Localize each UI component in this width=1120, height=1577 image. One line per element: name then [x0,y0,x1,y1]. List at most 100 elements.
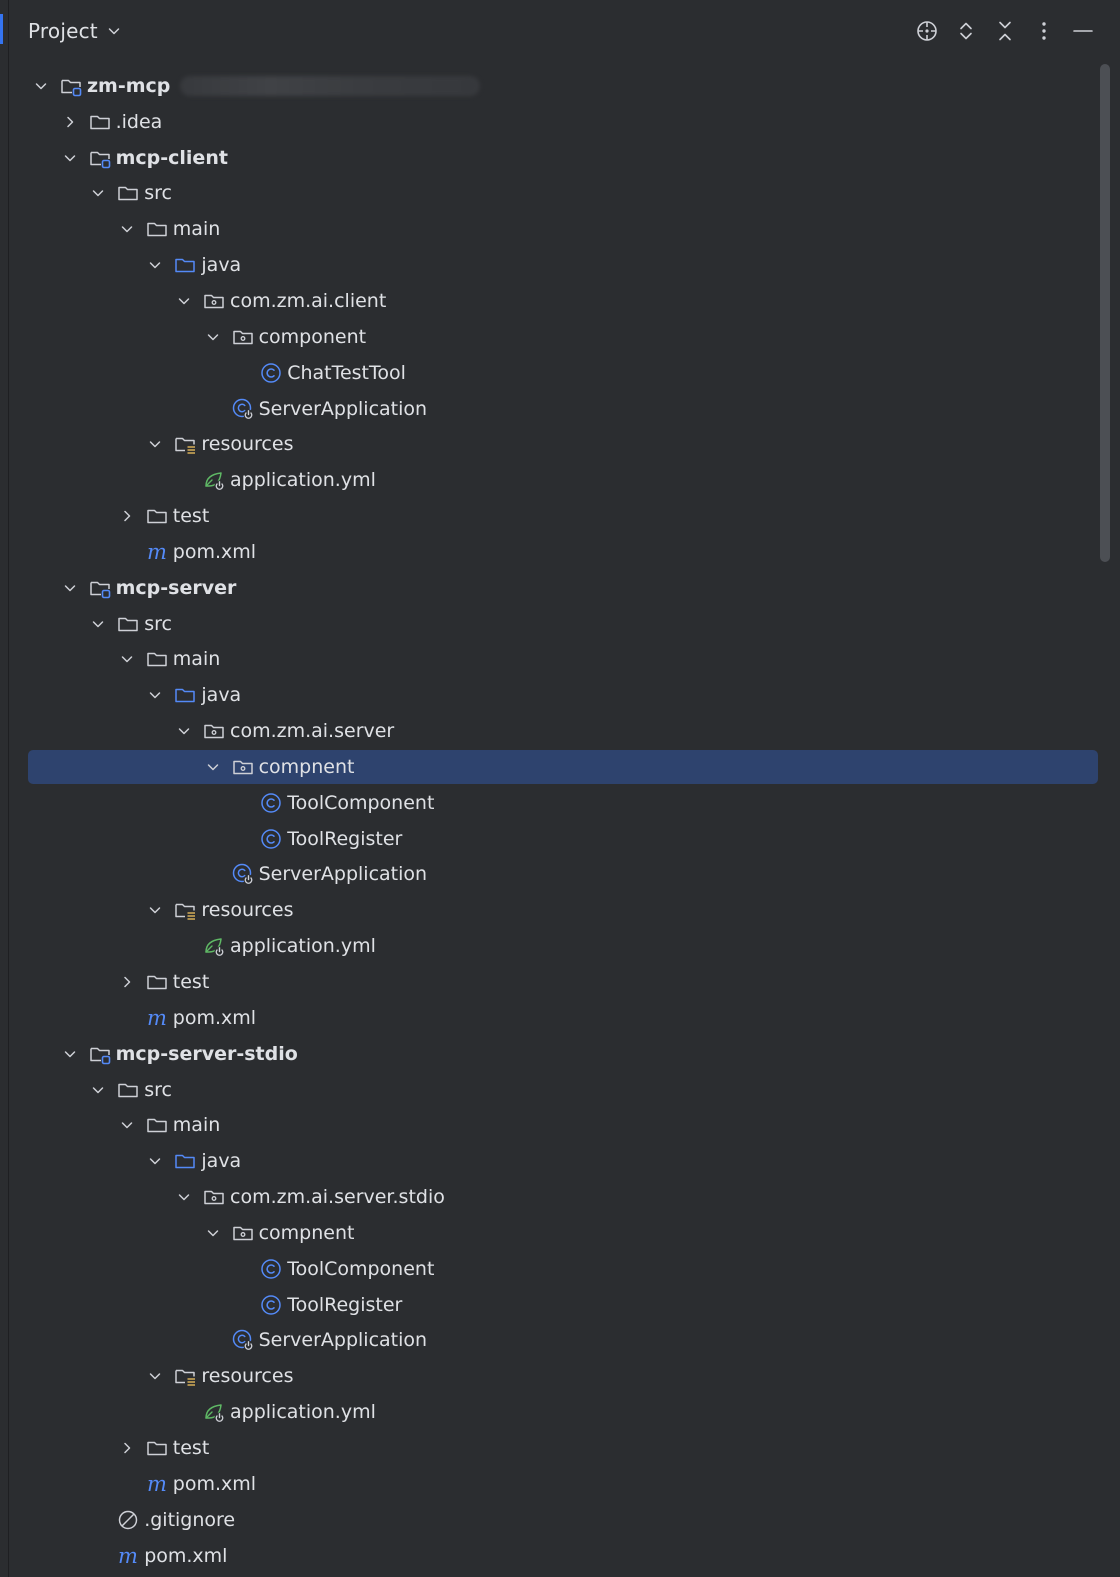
select-opened-file-button[interactable] [908,12,946,50]
expand-toggle[interactable] [31,76,51,96]
tree-node[interactable]: application.yml [0,1394,1120,1430]
folder-icon [116,1078,140,1102]
expand-toggle[interactable] [117,972,137,992]
expand-toggle[interactable] [88,183,108,203]
tree-node[interactable]: .idea [0,104,1120,140]
tree-node[interactable]: m pom.xml [0,1000,1120,1036]
tree-node[interactable]: mcp-server [0,570,1120,606]
tree-node[interactable]: src [0,176,1120,212]
expand-toggle[interactable] [117,1115,137,1135]
tree-node[interactable]: src [0,606,1120,642]
expand-toggle[interactable] [117,1438,137,1458]
tree-node[interactable]: zm-mcp [0,68,1120,104]
tree-node[interactable]: java [0,247,1120,283]
expand-toggle[interactable] [88,614,108,634]
tree-node[interactable]: ToolComponent [0,785,1120,821]
folder-icon [145,217,169,241]
project-view-selector[interactable]: Project [28,15,122,47]
tree-node[interactable]: application.yml [0,928,1120,964]
tree-node[interactable]: test [0,964,1120,1000]
expand-toggle[interactable] [60,1044,80,1064]
tree-node[interactable]: ToolComponent [0,1251,1120,1287]
expand-toggle[interactable] [117,649,137,669]
tree-node[interactable]: resources [0,426,1120,462]
chevron-down-icon [150,262,161,269]
tree-node[interactable]: component [0,319,1120,355]
tree-node[interactable]: m pom.xml [0,534,1120,570]
tree-node-label: com.zm.ai.server.stdio [230,1186,445,1209]
expand-toggle[interactable] [203,327,223,347]
tree-node[interactable]: src [0,1072,1120,1108]
expand-toggle[interactable] [174,291,194,311]
tree-node[interactable]: .gitignore [0,1502,1120,1538]
expand-toggle[interactable] [60,112,80,132]
expand-toggle[interactable] [145,1151,165,1171]
tree-node[interactable]: com.zm.ai.server.stdio [0,1179,1120,1215]
tree-node[interactable]: ToolRegister [0,821,1120,857]
tree-node[interactable]: compnent [0,1215,1120,1251]
java-class-icon [259,361,283,385]
tree-node[interactable]: mcp-server-stdio [0,1036,1120,1072]
expand-toggle[interactable] [145,685,165,705]
resources-folder-icon [173,898,197,922]
tree-node[interactable]: test [0,1430,1120,1466]
tree-node[interactable]: main [0,211,1120,247]
expand-toggle[interactable] [145,1366,165,1386]
tree-node[interactable]: com.zm.ai.server [0,713,1120,749]
expand-toggle[interactable] [117,219,137,239]
folder-icon [116,612,140,636]
tree-node[interactable]: test [0,498,1120,534]
tree-node[interactable]: ToolRegister [0,1287,1120,1323]
tree-node[interactable]: com.zm.ai.client [0,283,1120,319]
collapse-all-button[interactable] [986,12,1024,50]
module-folder-icon [88,576,112,600]
chevron-down-icon [64,584,75,591]
expand-toggle[interactable] [60,148,80,168]
tree-node-label: ToolRegister [287,827,403,850]
tree-node-label: java [201,684,242,707]
tree-node[interactable]: ServerApplication [0,1323,1120,1359]
tree-node-label: zm-mcp [87,74,171,97]
tree-node-label: test [172,505,210,528]
tree-node-label: application.yml [230,935,376,958]
expand-toggle[interactable] [117,506,137,526]
expand-all-icon [960,22,972,40]
expand-toggle[interactable] [145,255,165,275]
tree-node[interactable]: resources [0,892,1120,928]
tree-node-label: application.yml [230,1401,376,1424]
minimize-icon [1073,30,1093,32]
expand-toggle[interactable] [60,578,80,598]
tree-node[interactable]: ChatTestTool [0,355,1120,391]
chevron-down-icon [178,1194,190,1201]
tree-node[interactable]: main [0,1107,1120,1143]
folder-icon [145,504,169,528]
tree-node[interactable]: m pom.xml [0,1538,1120,1574]
chevron-right-icon [66,116,73,128]
tree-node[interactable]: mcp-client [0,140,1120,176]
expand-all-button[interactable] [947,12,985,50]
tree-node[interactable]: java [0,677,1120,713]
expand-toggle[interactable] [203,1223,223,1243]
tree-node[interactable]: compnent [0,749,1120,785]
expand-toggle[interactable] [88,1080,108,1100]
tree-node[interactable]: application.yml [0,462,1120,498]
chevron-down-icon [150,1158,161,1165]
chevron-down-icon [108,28,120,35]
expand-toggle[interactable] [145,434,165,454]
tree-node[interactable]: main [0,642,1120,678]
vertical-scrollbar-thumb[interactable] [1100,64,1110,562]
chevron-down-icon [150,1373,161,1380]
expand-toggle[interactable] [174,721,194,741]
expand-toggle[interactable] [203,757,223,777]
tree-node[interactable]: ServerApplication [0,857,1120,893]
expand-toggle[interactable] [145,900,165,920]
tree-node[interactable]: resources [0,1358,1120,1394]
tree-node[interactable]: m pom.xml [0,1466,1120,1502]
tree-node[interactable]: java [0,1143,1120,1179]
tree-node[interactable]: ServerApplication [0,391,1120,427]
tree-node-label: main [172,218,221,241]
expand-toggle[interactable] [174,1187,194,1207]
options-button[interactable] [1025,12,1063,50]
hide-button[interactable] [1064,12,1102,50]
tree-node-label: compnent [258,755,355,778]
